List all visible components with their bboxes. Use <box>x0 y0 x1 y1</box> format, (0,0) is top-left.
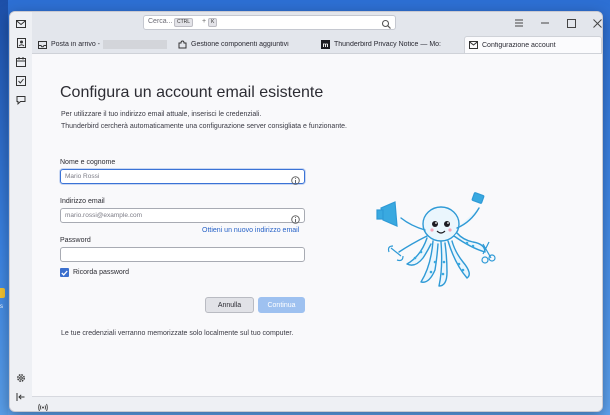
shortcut-ctrl-key: CTRL <box>174 18 194 27</box>
name-placeholder: Mario Rossi <box>65 173 100 180</box>
title-bar: Cerca... CTRL + K <box>32 12 602 34</box>
description-line-1: Per utilizzare il tuo indirizzo email at… <box>61 111 262 118</box>
info-icon[interactable] <box>291 172 300 185</box>
cancel-button[interactable]: Annulla <box>205 297 254 313</box>
desktop-label: s <box>0 304 3 310</box>
global-search-input[interactable]: Cerca... CTRL + K <box>143 15 396 30</box>
email-placeholder: mario.rossi@example.com <box>65 212 143 219</box>
maximize-icon[interactable] <box>564 16 578 30</box>
close-icon[interactable] <box>590 16 602 30</box>
page-description: Per utilizzare il tuo indirizzo email at… <box>61 109 391 133</box>
spaces-toolbar <box>10 12 33 411</box>
address-book-icon[interactable] <box>15 37 27 49</box>
description-line-2: Thunderbird cercherà automaticamente una… <box>61 123 348 130</box>
account-setup-icon <box>469 41 478 50</box>
mail-icon[interactable] <box>15 18 27 30</box>
tab-label: Configurazione account <box>482 41 556 49</box>
svg-text:m: m <box>323 42 329 49</box>
collapse-spaces-icon[interactable] <box>15 391 27 403</box>
puzzle-icon <box>178 40 187 49</box>
search-placeholder: Cerca... <box>148 18 173 25</box>
email-field[interactable]: mario.rossi@example.com <box>60 208 305 224</box>
online-status-icon[interactable] <box>38 399 48 411</box>
tab-label: Gestione componenti aggiuntivi <box>191 41 289 48</box>
thunderbird-window: Cerca... CTRL + K Posta in arrivo - Gest… <box>9 11 603 412</box>
thunderbird-octopus-illustration <box>375 186 505 296</box>
desktop-background <box>0 0 8 415</box>
credentials-note: Le tue credenziali verranno memorizzate … <box>61 330 294 337</box>
inbox-icon <box>38 40 47 49</box>
continue-button[interactable]: Continua <box>258 297 305 313</box>
settings-gear-icon[interactable] <box>15 372 27 384</box>
info-icon[interactable] <box>291 211 300 224</box>
app-menu-icon[interactable] <box>512 16 526 30</box>
chat-icon[interactable] <box>15 94 27 106</box>
tab-privacy-notice[interactable]: m Thunderbird Privacy Notice — Mo: <box>321 36 461 53</box>
mozilla-icon: m <box>321 40 330 49</box>
desktop-icon <box>0 288 5 298</box>
remember-password-label[interactable]: Ricorda password <box>73 269 129 276</box>
minimize-icon[interactable] <box>538 16 552 30</box>
tab-addons-manager[interactable]: Gestione componenti aggiuntivi <box>178 36 316 53</box>
tasks-icon[interactable] <box>15 75 27 87</box>
tab-inbox[interactable]: Posta in arrivo - <box>38 36 173 53</box>
new-email-address-link[interactable]: Ottieni un nuovo indirizzo email <box>202 227 299 234</box>
page-title: Configura un account email esistente <box>60 84 324 101</box>
redacted-account-name <box>103 40 168 49</box>
search-icon[interactable] <box>381 17 392 29</box>
remember-password-checkbox[interactable] <box>60 268 69 277</box>
calendar-icon[interactable] <box>15 56 27 68</box>
account-setup-page: Configura un account email esistente Per… <box>32 54 602 397</box>
tab-label: Thunderbird Privacy Notice — Mo: <box>334 41 441 48</box>
tab-strip: Posta in arrivo - Gestione componenti ag… <box>32 34 602 54</box>
password-field[interactable] <box>60 247 305 262</box>
email-label: Indirizzo email <box>60 198 105 205</box>
shortcut-k-key: K <box>208 18 218 27</box>
tab-account-setup[interactable]: Configurazione account <box>464 36 602 53</box>
shortcut-plus: + <box>202 18 207 25</box>
password-label: Password <box>60 237 91 244</box>
name-label: Nome e cognome <box>60 159 116 166</box>
status-bar <box>32 396 602 411</box>
tab-label: Posta in arrivo - <box>51 41 101 48</box>
name-field[interactable]: Mario Rossi <box>60 169 305 185</box>
